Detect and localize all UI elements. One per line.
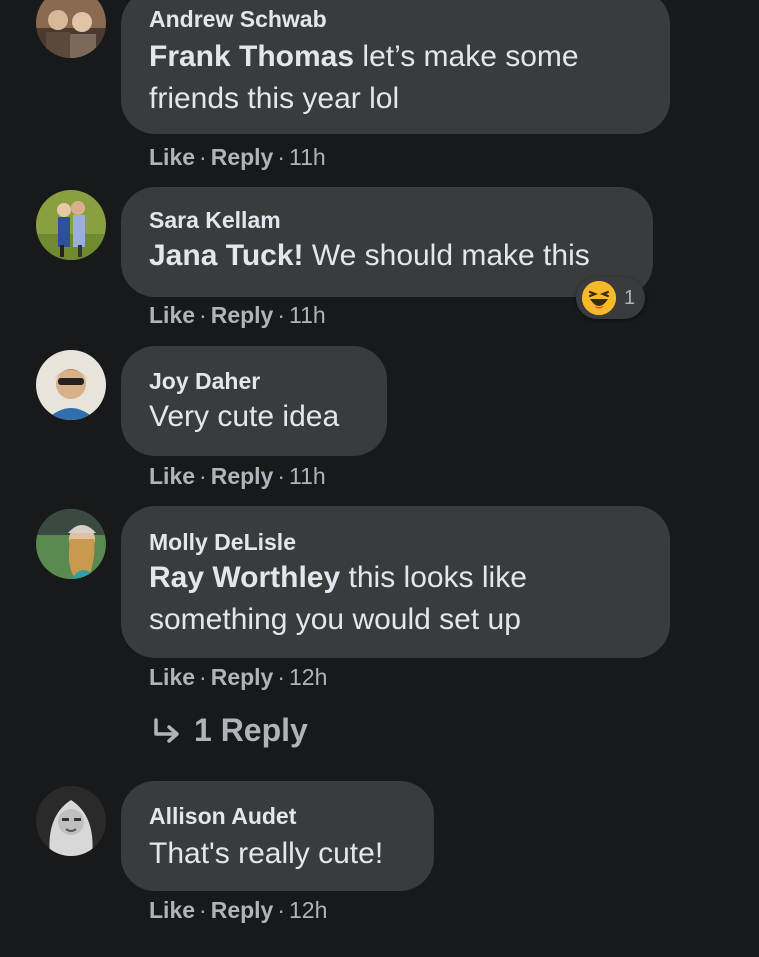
view-replies-label: 1 Reply — [194, 712, 308, 748]
mention-link[interactable]: Frank Thomas — [149, 40, 354, 73]
like-button[interactable]: Like — [149, 302, 195, 328]
view-replies-link[interactable]: 1 Reply — [150, 712, 308, 749]
separator-dot: · — [277, 302, 286, 328]
comment-text-segment: We should make this — [303, 239, 590, 272]
comment-actions: Like · Reply · 11h — [149, 302, 326, 329]
comment-author[interactable]: Joy Daher — [149, 368, 260, 395]
comment-text: Jana Tuck! We should make this — [149, 235, 590, 277]
separator-dot: · — [277, 664, 286, 690]
avatar[interactable] — [36, 350, 106, 420]
reply-arrow-icon — [150, 714, 184, 748]
separator-dot: · — [199, 897, 207, 923]
comment-bubble: Allison Audet That's really cute! — [121, 781, 434, 891]
comment-thread: Andrew Schwab Frank Thomas let’s make so… — [0, 0, 759, 957]
laughing-face-icon — [582, 281, 616, 315]
comment-actions: Like · Reply · 12h — [149, 897, 327, 924]
like-button[interactable]: Like — [149, 897, 195, 923]
separator-dot: · — [277, 144, 286, 170]
comment-bubble: Molly DeLisle Ray Worthley this looks li… — [121, 506, 670, 658]
comment-actions: Like · Reply · 12h — [149, 664, 327, 691]
separator-dot: · — [199, 144, 207, 170]
comment-bubble: Andrew Schwab Frank Thomas let’s make so… — [121, 0, 670, 134]
comment-text: That's really cute! — [149, 837, 384, 870]
avatar[interactable] — [36, 0, 106, 58]
comment-text-segment: this looks like — [340, 561, 527, 594]
avatar-photo — [36, 350, 106, 420]
like-button[interactable]: Like — [149, 664, 195, 690]
comment-actions: Like · Reply · 11h — [149, 144, 326, 171]
timestamp[interactable]: 11h — [289, 463, 326, 489]
timestamp[interactable]: 11h — [289, 144, 326, 170]
reaction-summary[interactable]: 1 — [576, 277, 646, 319]
comment-text: Frank Thomas let’s make some — [149, 36, 579, 78]
reply-button[interactable]: Reply — [211, 664, 274, 690]
avatar-photo — [36, 509, 106, 579]
separator-dot: · — [199, 302, 207, 328]
avatar-photo — [36, 786, 106, 856]
comment-bubble: Sara Kellam Jana Tuck! We should make th… — [121, 187, 653, 297]
avatar[interactable] — [36, 786, 106, 856]
comment-author[interactable]: Allison Audet — [149, 803, 296, 830]
comment-text: Very cute idea — [149, 400, 340, 433]
separator-dot: · — [199, 463, 207, 489]
avatar-photo — [36, 190, 106, 260]
separator-dot: · — [199, 664, 207, 690]
separator-dot: · — [277, 463, 286, 489]
comment-author[interactable]: Andrew Schwab — [149, 6, 327, 33]
like-button[interactable]: Like — [149, 463, 195, 489]
reply-button[interactable]: Reply — [211, 144, 274, 170]
separator-dot: · — [277, 897, 286, 923]
comment-author[interactable]: Molly DeLisle — [149, 529, 296, 556]
avatar[interactable] — [36, 190, 106, 260]
reply-button[interactable]: Reply — [211, 463, 274, 489]
avatar[interactable] — [36, 509, 106, 579]
timestamp[interactable]: 11h — [289, 302, 326, 328]
comment-author[interactable]: Sara Kellam — [149, 207, 281, 234]
comment-actions: Like · Reply · 11h — [149, 463, 326, 490]
comment-text: Ray Worthley this looks like — [149, 557, 527, 599]
timestamp[interactable]: 12h — [289, 897, 327, 923]
timestamp[interactable]: 12h — [289, 664, 327, 690]
reply-button[interactable]: Reply — [211, 897, 274, 923]
mention-link[interactable]: Jana Tuck! — [149, 239, 304, 272]
like-button[interactable]: Like — [149, 144, 195, 170]
comment-bubble: Joy Daher Very cute idea — [121, 346, 387, 456]
reply-button[interactable]: Reply — [211, 302, 274, 328]
mention-link[interactable]: Ray Worthley — [149, 561, 340, 594]
avatar-photo — [36, 0, 106, 58]
comment-text-line2: something you would set up — [149, 603, 521, 636]
comment-text-line2: friends this year lol — [149, 82, 400, 115]
reaction-count: 1 — [624, 286, 636, 309]
comment-text-segment: let’s make some — [354, 40, 579, 73]
